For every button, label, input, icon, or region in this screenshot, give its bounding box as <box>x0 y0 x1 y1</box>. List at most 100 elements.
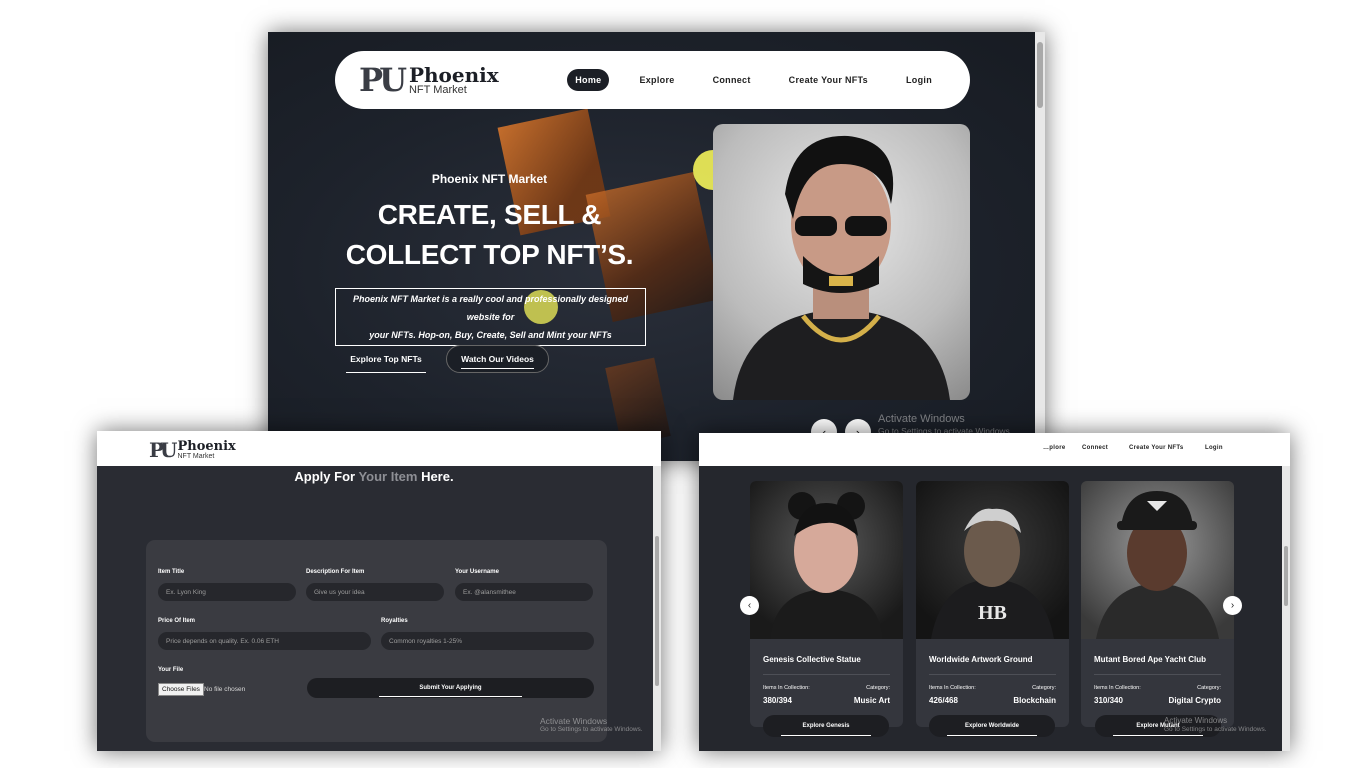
card-image-mutant <box>1081 481 1234 639</box>
hero-eyebrow: Phoenix NFT Market <box>431 172 548 186</box>
logo-mark: PU <box>359 61 407 99</box>
genesis-character-illustration <box>770 492 883 639</box>
card-divider <box>1094 674 1221 675</box>
hero-title: CREATE, SELL & COLLECT TOP NFT’S. <box>268 195 711 275</box>
card-divider <box>763 674 890 675</box>
form-watermark-line2: Go to Settings to activate Windows. <box>540 726 643 734</box>
form-site-logo[interactable]: PU Phoenix NFT Market <box>149 438 236 462</box>
card-category-value: Music Art <box>853 696 890 705</box>
site-logo[interactable]: PU Phoenix NFT Market <box>359 61 499 99</box>
explore-genesis-button[interactable]: Explore Genesis <box>763 715 889 737</box>
form-activate-windows-watermark: Activate Windows Go to Settings to activ… <box>540 716 643 734</box>
nav-create-nfts[interactable]: Create Your NFTs <box>781 69 876 91</box>
form-watermark-line1: Activate Windows <box>540 716 608 726</box>
hero-description: Phoenix NFT Market is a really cool and … <box>335 288 646 346</box>
card-category-label: Category: <box>1032 685 1056 691</box>
explore-top-nfts-button[interactable]: Explore Top NFTs <box>346 345 426 373</box>
hero-nft-image <box>713 124 970 400</box>
card-items-label: Items In Collection: <box>763 685 810 691</box>
card-items-value: 426/468 <box>929 696 958 705</box>
form-scrollbar[interactable] <box>653 466 661 751</box>
card-divider <box>929 674 1056 675</box>
file-status: No file chosen <box>204 686 246 693</box>
card-category-label: Category: <box>866 685 890 691</box>
item-title-input[interactable]: Ex. Lyon King <box>158 583 296 601</box>
collections-scrollbar[interactable] <box>1282 466 1290 751</box>
card-items-value: 380/394 <box>763 696 792 705</box>
watch-videos-label: Watch Our Videos <box>461 354 534 364</box>
form-logo-mark: PU <box>149 438 178 462</box>
submit-label: Submit Your Applying <box>419 685 482 691</box>
form-title-highlight: Your Item <box>358 469 418 484</box>
choose-files-button[interactable]: Choose Files <box>158 683 204 696</box>
worldwide-character-illustration: HB <box>931 508 1054 639</box>
nav-login[interactable]: Login <box>898 69 940 91</box>
collection-card-mutant: Mutant Bored Ape Yacht Club Items In Col… <box>1081 481 1234 727</box>
logo-name: Phoenix <box>408 62 499 87</box>
nav-explore-partial[interactable]: …plore <box>1043 445 1065 451</box>
card-name: Worldwide Artwork Ground <box>929 655 1033 664</box>
username-label: Your Username <box>455 569 499 575</box>
hero-screenshot: PU Phoenix NFT Market Home Explore Conne… <box>268 32 1045 461</box>
hero-title-line2: COLLECT TOP NFT’S. <box>345 239 634 270</box>
nav-links: Home Explore Connect Create Your NFTs Lo… <box>567 69 940 91</box>
description-input[interactable]: Give us your idea <box>306 583 444 601</box>
card-image-worldwide: HB <box>916 481 1069 639</box>
explore-genesis-label: Explore Genesis <box>802 723 850 729</box>
form-scrollbar-thumb[interactable] <box>655 536 659 686</box>
collections-navbar: …plore Connect Create Your NFTs Login <box>699 433 1290 466</box>
collections-watermark-line1: Activate Windows <box>1164 716 1228 725</box>
form-logo-name: Phoenix <box>177 439 236 454</box>
nft-character-illustration <box>733 135 950 400</box>
card-category-value: Blockchain <box>1013 696 1056 705</box>
explore-worldwide-button[interactable]: Explore Worldwide <box>929 715 1055 737</box>
card-items-value: 310/340 <box>1094 696 1123 705</box>
card-items-label: Items In Collection: <box>1094 685 1141 691</box>
form-title-post: Here. <box>417 469 454 484</box>
nav-connect[interactable]: Connect <box>1082 445 1108 451</box>
explore-worldwide-label: Explore Worldwide <box>965 723 1019 729</box>
submit-button[interactable]: Submit Your Applying <box>307 678 594 698</box>
form-header-bar: PU Phoenix NFT Market <box>97 431 661 466</box>
collections-next-button[interactable]: › <box>1223 596 1242 615</box>
item-title-label: Item Title <box>158 569 185 575</box>
hero-title-line1: CREATE, SELL & <box>377 199 602 230</box>
collections-activate-windows-watermark: Activate Windows Go to Settings to activ… <box>1164 716 1267 733</box>
collection-card-worldwide: HB Worldwide Artwork Ground Items In Col… <box>916 481 1069 727</box>
nav-home[interactable]: Home <box>567 69 610 91</box>
file-label: Your File <box>158 667 184 673</box>
watermark-line1: Activate Windows <box>878 413 965 425</box>
nav-connect[interactable]: Connect <box>705 69 759 91</box>
card-image-genesis <box>750 481 903 639</box>
form-title: Apply For Your Item Here. <box>97 469 651 484</box>
collections-screenshot: …plore Connect Create Your NFTs Login Ge… <box>699 433 1290 751</box>
price-input[interactable]: Price depends on quality. Ex. 0.06 ETH <box>158 632 371 650</box>
username-input[interactable]: Ex. @alansmithee <box>455 583 593 601</box>
card-category-value: Digital Crypto <box>1168 696 1221 705</box>
collections-watermark-line2: Go to Settings to activate Windows. <box>1164 725 1267 733</box>
royalties-input[interactable]: Common royalties 1-25% <box>381 632 594 650</box>
card-name: Genesis Collective Statue <box>763 655 861 664</box>
card-category-label: Category: <box>1197 685 1221 691</box>
description-label: Description For Item <box>306 569 365 575</box>
collection-card-genesis: Genesis Collective Statue Items In Colle… <box>750 481 903 727</box>
form-title-pre: Apply For <box>294 469 359 484</box>
card-items-label: Items In Collection: <box>929 685 976 691</box>
nav-create-nfts[interactable]: Create Your NFTs <box>1129 445 1183 451</box>
royalties-label: Royalties <box>381 618 408 624</box>
hero-description-line2: your NFTs. Hop-on, Buy, Create, Sell and… <box>369 330 612 340</box>
collections-scrollbar-thumb[interactable] <box>1284 546 1288 606</box>
logo-subtitle: NFT Market <box>408 83 467 96</box>
hero-scrollbar[interactable] <box>1035 32 1045 461</box>
price-label: Price Of Item <box>158 618 196 624</box>
navbar: PU Phoenix NFT Market Home Explore Conne… <box>335 51 970 109</box>
nav-login[interactable]: Login <box>1205 445 1223 451</box>
watch-videos-button[interactable]: Watch Our Videos <box>446 345 549 373</box>
collections-prev-button[interactable]: ‹ <box>740 596 759 615</box>
hero-scrollbar-thumb[interactable] <box>1037 42 1043 108</box>
mutant-character-illustration <box>1096 491 1219 639</box>
nav-explore[interactable]: Explore <box>631 69 682 91</box>
svg-text:HB: HB <box>978 602 1007 624</box>
apply-form: Item Title Ex. Lyon King Description For… <box>146 540 607 742</box>
form-logo-subtitle: NFT Market <box>177 453 215 460</box>
